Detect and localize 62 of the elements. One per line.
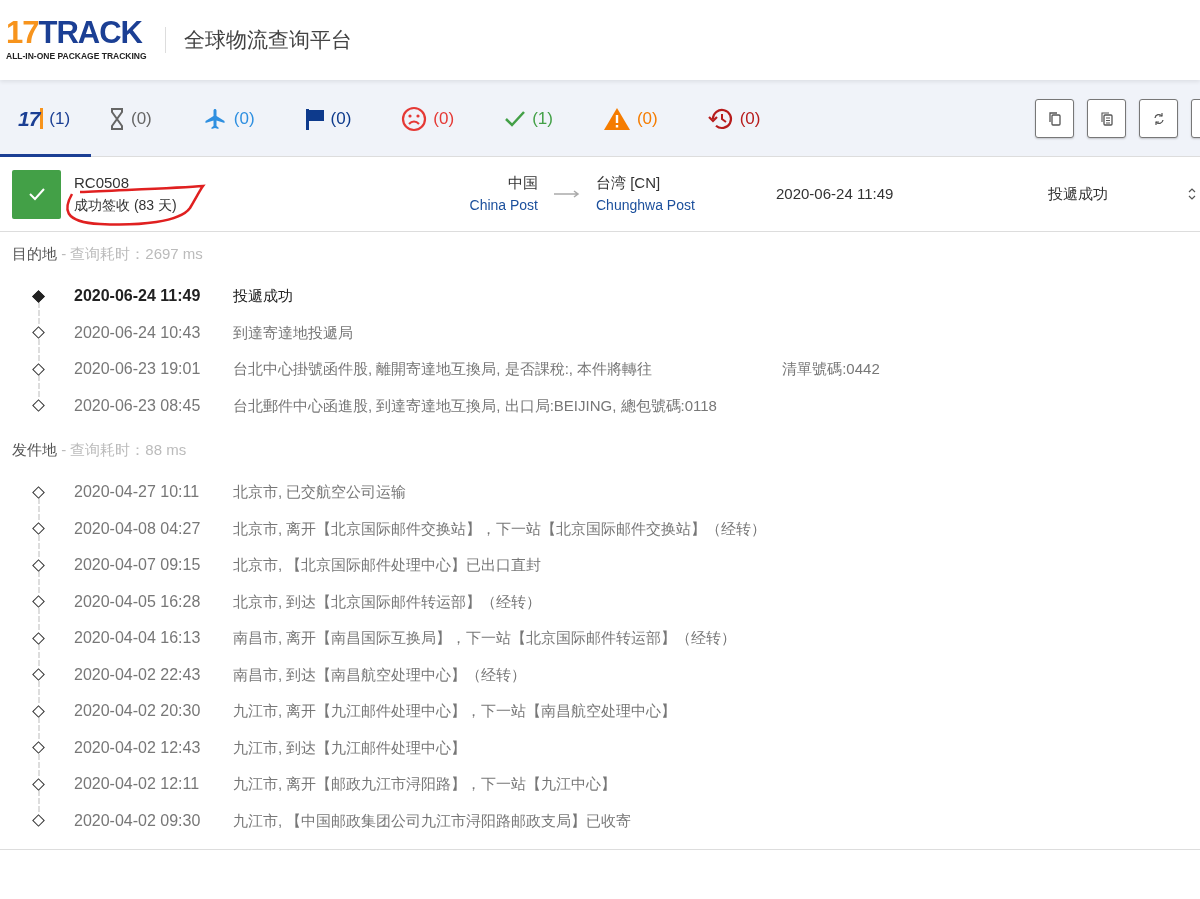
event-description: 台北郵件中心函進股, 到達寄達地互換局, 出口局:BEIJING, 總包號碼:0118	[233, 395, 717, 416]
shipment-status: 成功签收 (83 天)	[74, 195, 177, 215]
event-description: 九江市, 【中国邮政集团公司九江市浔阳路邮政支局】已收寄	[233, 810, 632, 831]
event-description: 清單號碼:0442	[782, 359, 880, 379]
copy-button[interactable]	[1035, 99, 1074, 138]
sad-face-icon	[401, 105, 428, 132]
logo[interactable]: 17TRACK ALL-IN-ONE PACKAGE TRACKING	[6, 17, 147, 63]
filter-tab[interactable]: (1)	[486, 80, 571, 157]
event-description: 南昌市, 到达【南昌航空处理中心】（经转）	[233, 664, 527, 685]
event-time: 2020-04-02 20:30	[74, 701, 202, 722]
event-description: 北京市, 已交航空公司运输	[233, 482, 407, 502]
filter-tab[interactable]: (0)	[383, 80, 473, 157]
event-description: 北京市, 到达【北京国际邮件转运部】（经转）	[233, 591, 542, 612]
event-description: 北京市, 【北京国际邮件处理中心】已出口直封	[233, 555, 542, 575]
event-time: 2020-06-23 19:01	[74, 359, 202, 380]
filter-tab[interactable]: (0)	[689, 80, 779, 157]
section-title: 目的地	[12, 243, 57, 264]
hourglass-icon	[109, 107, 125, 130]
collapse-icon[interactable]	[1188, 188, 1196, 200]
event-time: 2020-04-08 04:27	[74, 518, 202, 539]
event-time: 2020-04-02 12:11	[74, 774, 201, 795]
filter-tab[interactable]: (0)	[286, 80, 370, 157]
refresh-button[interactable]	[1139, 99, 1178, 138]
event-time: 2020-04-07 09:15	[74, 555, 202, 576]
warning-icon	[602, 106, 631, 131]
latest-event-time: 2020-06-24 11:49	[776, 183, 895, 204]
checkmark-icon	[504, 109, 527, 128]
filter-tab[interactable]: (0)	[91, 80, 170, 157]
delivered-status-badge	[12, 169, 61, 219]
event-time: 2020-04-02 22:43	[74, 664, 202, 685]
event-time: 2020-06-24 11:49	[74, 286, 202, 307]
filter-tab[interactable]: (0)	[183, 80, 273, 157]
event-time: 2020-06-23 08:45	[74, 395, 202, 416]
event-time: 2020-04-02 12:43	[74, 737, 202, 758]
event-time: 2020-04-05 16:28	[74, 591, 202, 612]
event-description: 台北中心掛號函件股, 離開寄達地互換局, 是否課稅:, 本件將轉往	[233, 359, 653, 379]
tracking-number: RC0508	[74, 173, 131, 194]
event-description: 北京市, 离开【北京国际邮件交换站】，下一站【北京国际邮件交换站】（经转）	[233, 518, 767, 539]
copy-list-button[interactable]	[1087, 99, 1126, 138]
event-time: 2020-06-24 10:43	[74, 322, 202, 343]
event-description: 南昌市, 离开【南昌国际互换局】，下一站【北京国际邮件转运部】（经转）	[233, 628, 737, 648]
history-icon	[707, 106, 734, 131]
section-title: 发件地	[12, 439, 57, 460]
event-description: 投遞成功	[233, 286, 293, 306]
event-description: 九江市, 离开【九江邮件处理中心】，下一站【南昌航空处理中心】	[233, 701, 677, 721]
event-description: 到達寄達地投遞局	[233, 322, 353, 343]
destination-carrier[interactable]: Chunghwa Post	[596, 194, 695, 216]
flag-icon	[304, 107, 325, 130]
site-title: 全球物流查询平台	[183, 27, 352, 54]
event-time: 2020-04-02 09:30	[74, 810, 202, 831]
query-time: - 查询耗时：2697 ms	[60, 243, 203, 264]
event-time: 2020-04-27 10:11	[74, 482, 201, 503]
event-description: 九江市, 到达【九江邮件处理中心】	[233, 737, 467, 758]
arrow-icon	[554, 190, 580, 198]
event-time: 2020-04-04 16:13	[74, 628, 202, 649]
latest-event: 投遞成功	[1048, 183, 1108, 204]
query-time: - 查询耗时：88 ms	[60, 439, 187, 460]
filter-tab[interactable]: 17 (1)	[0, 80, 91, 157]
destination-country: 台湾 [CN]	[596, 173, 661, 194]
origin-carrier[interactable]: China Post	[469, 194, 538, 216]
origin-country: 中国	[508, 173, 538, 194]
event-description: 九江市, 离开【邮政九江市浔阳路】，下一站【九江中心】	[233, 774, 617, 794]
